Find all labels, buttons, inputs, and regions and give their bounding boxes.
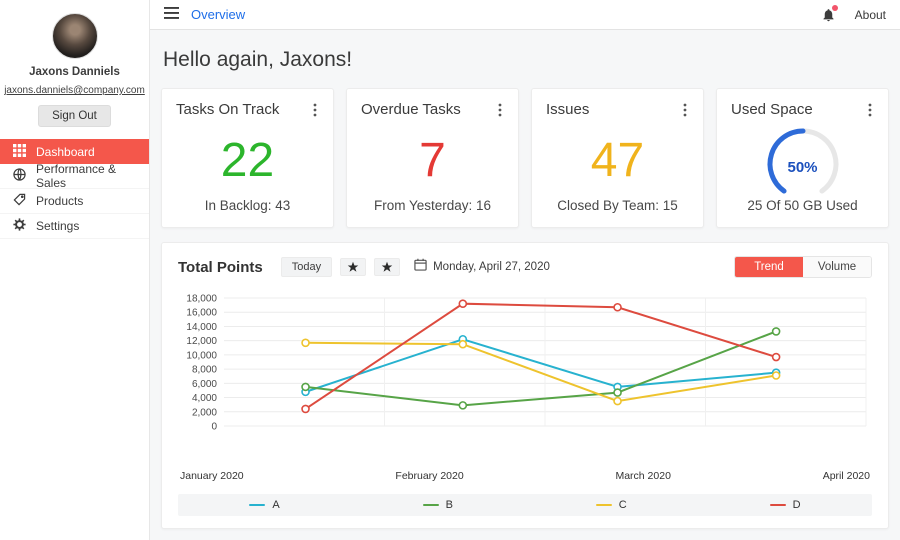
main-area: Overview About Hello again, Jaxons! Task…: [150, 0, 900, 540]
sign-out-button[interactable]: Sign Out: [38, 105, 111, 127]
legend-swatch: [770, 504, 786, 507]
page-title: Hello again, Jaxons!: [163, 48, 889, 72]
sidebar-item-label: Settings: [36, 219, 79, 233]
svg-text:8,000: 8,000: [192, 365, 217, 376]
svg-text:0: 0: [211, 422, 217, 433]
calendar-icon: [414, 258, 427, 276]
svg-text:14,000: 14,000: [186, 322, 217, 333]
card-used-space: Used Space 50% 25 Of 50 GB Used: [716, 88, 889, 228]
content: Hello again, Jaxons! Tasks On Track 22 I…: [150, 30, 900, 540]
total-points-card: Total Points Today Monday, April 27, 202…: [161, 242, 889, 529]
hamburger-menu-icon[interactable]: [164, 6, 179, 24]
sidebar-item-label: Products: [36, 194, 83, 208]
svg-text:12,000: 12,000: [186, 336, 217, 347]
stat-footer: Closed By Team: 15: [546, 198, 689, 215]
trend-volume-toggle: Trend Volume: [734, 256, 872, 278]
card-title: Issues: [546, 101, 589, 118]
gear-icon: [13, 218, 26, 234]
profile-name: Jaxons Danniels: [0, 66, 149, 78]
sidebar-item-label: Dashboard: [36, 145, 95, 159]
legend-item-a[interactable]: A: [249, 499, 279, 511]
date-label: Monday, April 27, 2020: [433, 261, 550, 273]
x-axis-label: April 2020: [823, 470, 870, 482]
x-axis-label: January 2020: [180, 470, 244, 482]
svg-text:10,000: 10,000: [186, 350, 217, 361]
legend-item-c[interactable]: C: [596, 499, 627, 511]
legend-swatch: [596, 504, 612, 507]
chart-header: Total Points Today Monday, April 27, 202…: [178, 256, 872, 278]
x-axis-label: February 2020: [395, 470, 463, 482]
volume-button[interactable]: Volume: [803, 257, 871, 277]
card-overdue-tasks: Overdue Tasks 7 From Yesterday: 16: [346, 88, 519, 228]
sidebar-menu: Dashboard Performance & Sales Products S…: [0, 139, 149, 239]
card-title: Used Space: [731, 101, 813, 118]
x-axis-label: March 2020: [615, 470, 670, 482]
stat-cards-row: Tasks On Track 22 In Backlog: 43 Overdue…: [161, 88, 889, 228]
svg-text:4,000: 4,000: [192, 393, 217, 404]
legend-label: B: [446, 499, 453, 511]
grid-icon: [13, 144, 26, 160]
sidebar-item-products[interactable]: Products: [0, 189, 149, 214]
card-title: Tasks On Track: [176, 101, 279, 118]
card-tasks-on-track: Tasks On Track 22 In Backlog: 43: [161, 88, 334, 228]
sidebar: Jaxons Danniels jaxons.danniels@company.…: [0, 0, 150, 540]
chart-title: Total Points: [178, 259, 263, 276]
topbar: Overview About: [150, 0, 900, 30]
legend-label: D: [793, 499, 801, 511]
tag-icon: [13, 193, 26, 209]
legend-item-b[interactable]: B: [423, 499, 453, 511]
svg-text:6,000: 6,000: [192, 379, 217, 390]
sidebar-item-settings[interactable]: Settings: [0, 214, 149, 239]
globe-icon: [13, 168, 26, 184]
star-prev-button[interactable]: [340, 258, 366, 276]
legend-label: A: [272, 499, 279, 511]
star-next-button[interactable]: [374, 258, 400, 276]
chart-legend: A B C D: [178, 494, 872, 516]
legend-swatch: [249, 504, 265, 507]
date-picker[interactable]: Monday, April 27, 2020: [414, 258, 550, 276]
trend-button[interactable]: Trend: [735, 257, 803, 277]
kebab-menu-icon[interactable]: [681, 101, 689, 124]
sidebar-item-label: Performance & Sales: [36, 162, 149, 190]
gauge-percent-label: 50%: [787, 159, 817, 176]
profile-section: Jaxons Danniels jaxons.danniels@company.…: [0, 0, 149, 127]
stat-footer: 25 Of 50 GB Used: [731, 198, 874, 215]
sidebar-item-performance-sales[interactable]: Performance & Sales: [0, 164, 149, 189]
sidebar-item-dashboard[interactable]: Dashboard: [0, 139, 149, 164]
profile-email-link[interactable]: jaxons.danniels@company.com: [0, 85, 149, 96]
kebab-menu-icon[interactable]: [866, 101, 874, 124]
svg-text:16,000: 16,000: [186, 308, 217, 319]
notification-dot: [832, 5, 838, 11]
kebab-menu-icon[interactable]: [496, 101, 504, 124]
chart-x-axis-labels: January 2020 February 2020 March 2020 Ap…: [178, 470, 872, 482]
avatar: [52, 13, 98, 59]
stat-value: 22: [176, 124, 319, 198]
kebab-menu-icon[interactable]: [311, 101, 319, 124]
stat-value: 7: [361, 124, 504, 198]
today-button[interactable]: Today: [281, 257, 332, 277]
svg-text:18,000: 18,000: [186, 294, 217, 305]
legend-item-d[interactable]: D: [770, 499, 801, 511]
notifications-bell-icon[interactable]: [821, 7, 837, 23]
about-link[interactable]: About: [855, 8, 886, 22]
used-space-gauge: 50%: [731, 124, 874, 198]
legend-label: C: [619, 499, 627, 511]
line-chart: 0 2,000 4,000 6,000 8,000 10,000 12,000 14,000 1…: [178, 290, 872, 457]
stat-footer: In Backlog: 43: [176, 198, 319, 215]
overview-link[interactable]: Overview: [191, 7, 245, 22]
legend-swatch: [423, 504, 439, 507]
app-window: Jaxons Danniels jaxons.danniels@company.…: [0, 0, 900, 540]
svg-text:2,000: 2,000: [192, 407, 217, 418]
card-issues: Issues 47 Closed By Team: 15: [531, 88, 704, 228]
stat-value: 47: [546, 124, 689, 198]
stat-footer: From Yesterday: 16: [361, 198, 504, 215]
card-title: Overdue Tasks: [361, 101, 461, 118]
